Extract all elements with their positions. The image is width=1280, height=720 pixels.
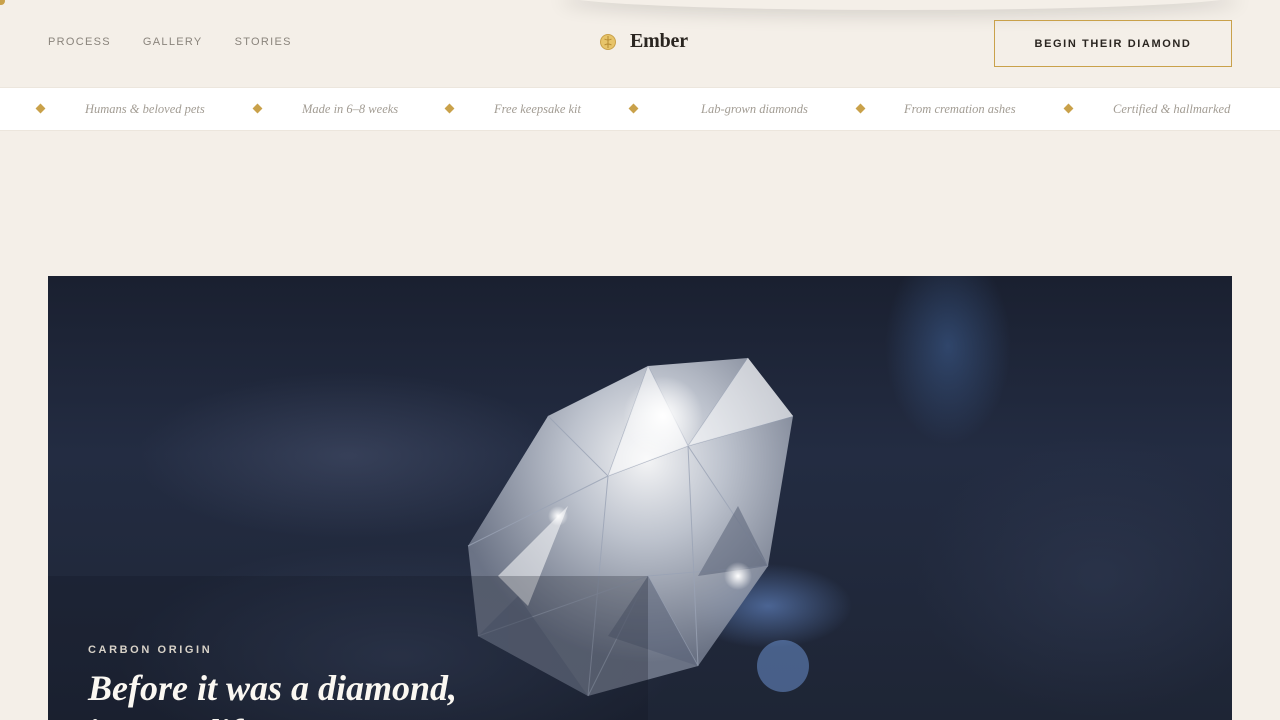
nav-link-process[interactable]: PROCESS [48, 36, 111, 48]
ticker-item: Made in 6–8 weeks [302, 101, 399, 116]
diamond-bullet-icon [35, 103, 46, 114]
diamond-bullet-icon [444, 103, 455, 114]
hero-banner: CARBON ORIGIN Before it was a diamond, i… [48, 276, 1232, 720]
nav-link-stories[interactable]: STORIES [235, 36, 292, 48]
ticker-item: Certified & hallmarked [1113, 101, 1231, 116]
brand-logo[interactable]: Ember [599, 30, 688, 53]
diamond-bullet-icon [1063, 103, 1074, 114]
begin-diamond-button[interactable]: BEGIN THEIR DIAMOND [994, 20, 1232, 67]
feature-ticker: Humans & beloved pets Made in 6–8 weeks … [0, 87, 1280, 131]
hero-title-line2: it was a life. [88, 712, 266, 720]
hero-title-line1: Before it was a diamond, [88, 668, 458, 708]
brand-name: Ember [630, 30, 688, 52]
ticker-item: From cremation ashes [904, 101, 1016, 116]
nav-link-gallery[interactable]: GALLERY [143, 36, 203, 48]
diamond-image [48, 357, 809, 720]
site-header: PROCESS GALLERY STORIES Ember BEGIN THEI… [0, 0, 1280, 87]
seed-icon [599, 33, 617, 51]
hero-eyebrow: CARBON ORIGIN [88, 644, 213, 656]
ticker-item: Lab-grown diamonds [701, 101, 808, 116]
diamond-bullet-icon [628, 103, 639, 114]
main-nav: PROCESS GALLERY STORIES [48, 36, 324, 48]
diamond-bullet-icon [252, 103, 263, 114]
header-shadow [560, 0, 1240, 10]
diamond-bullet-icon [855, 103, 866, 114]
ticker-item: Free keepsake kit [494, 101, 581, 116]
hero-title: Before it was a diamond, it was a life. [88, 666, 688, 720]
ticker-item: Humans & beloved pets [85, 101, 205, 116]
corner-dot [0, 0, 5, 5]
